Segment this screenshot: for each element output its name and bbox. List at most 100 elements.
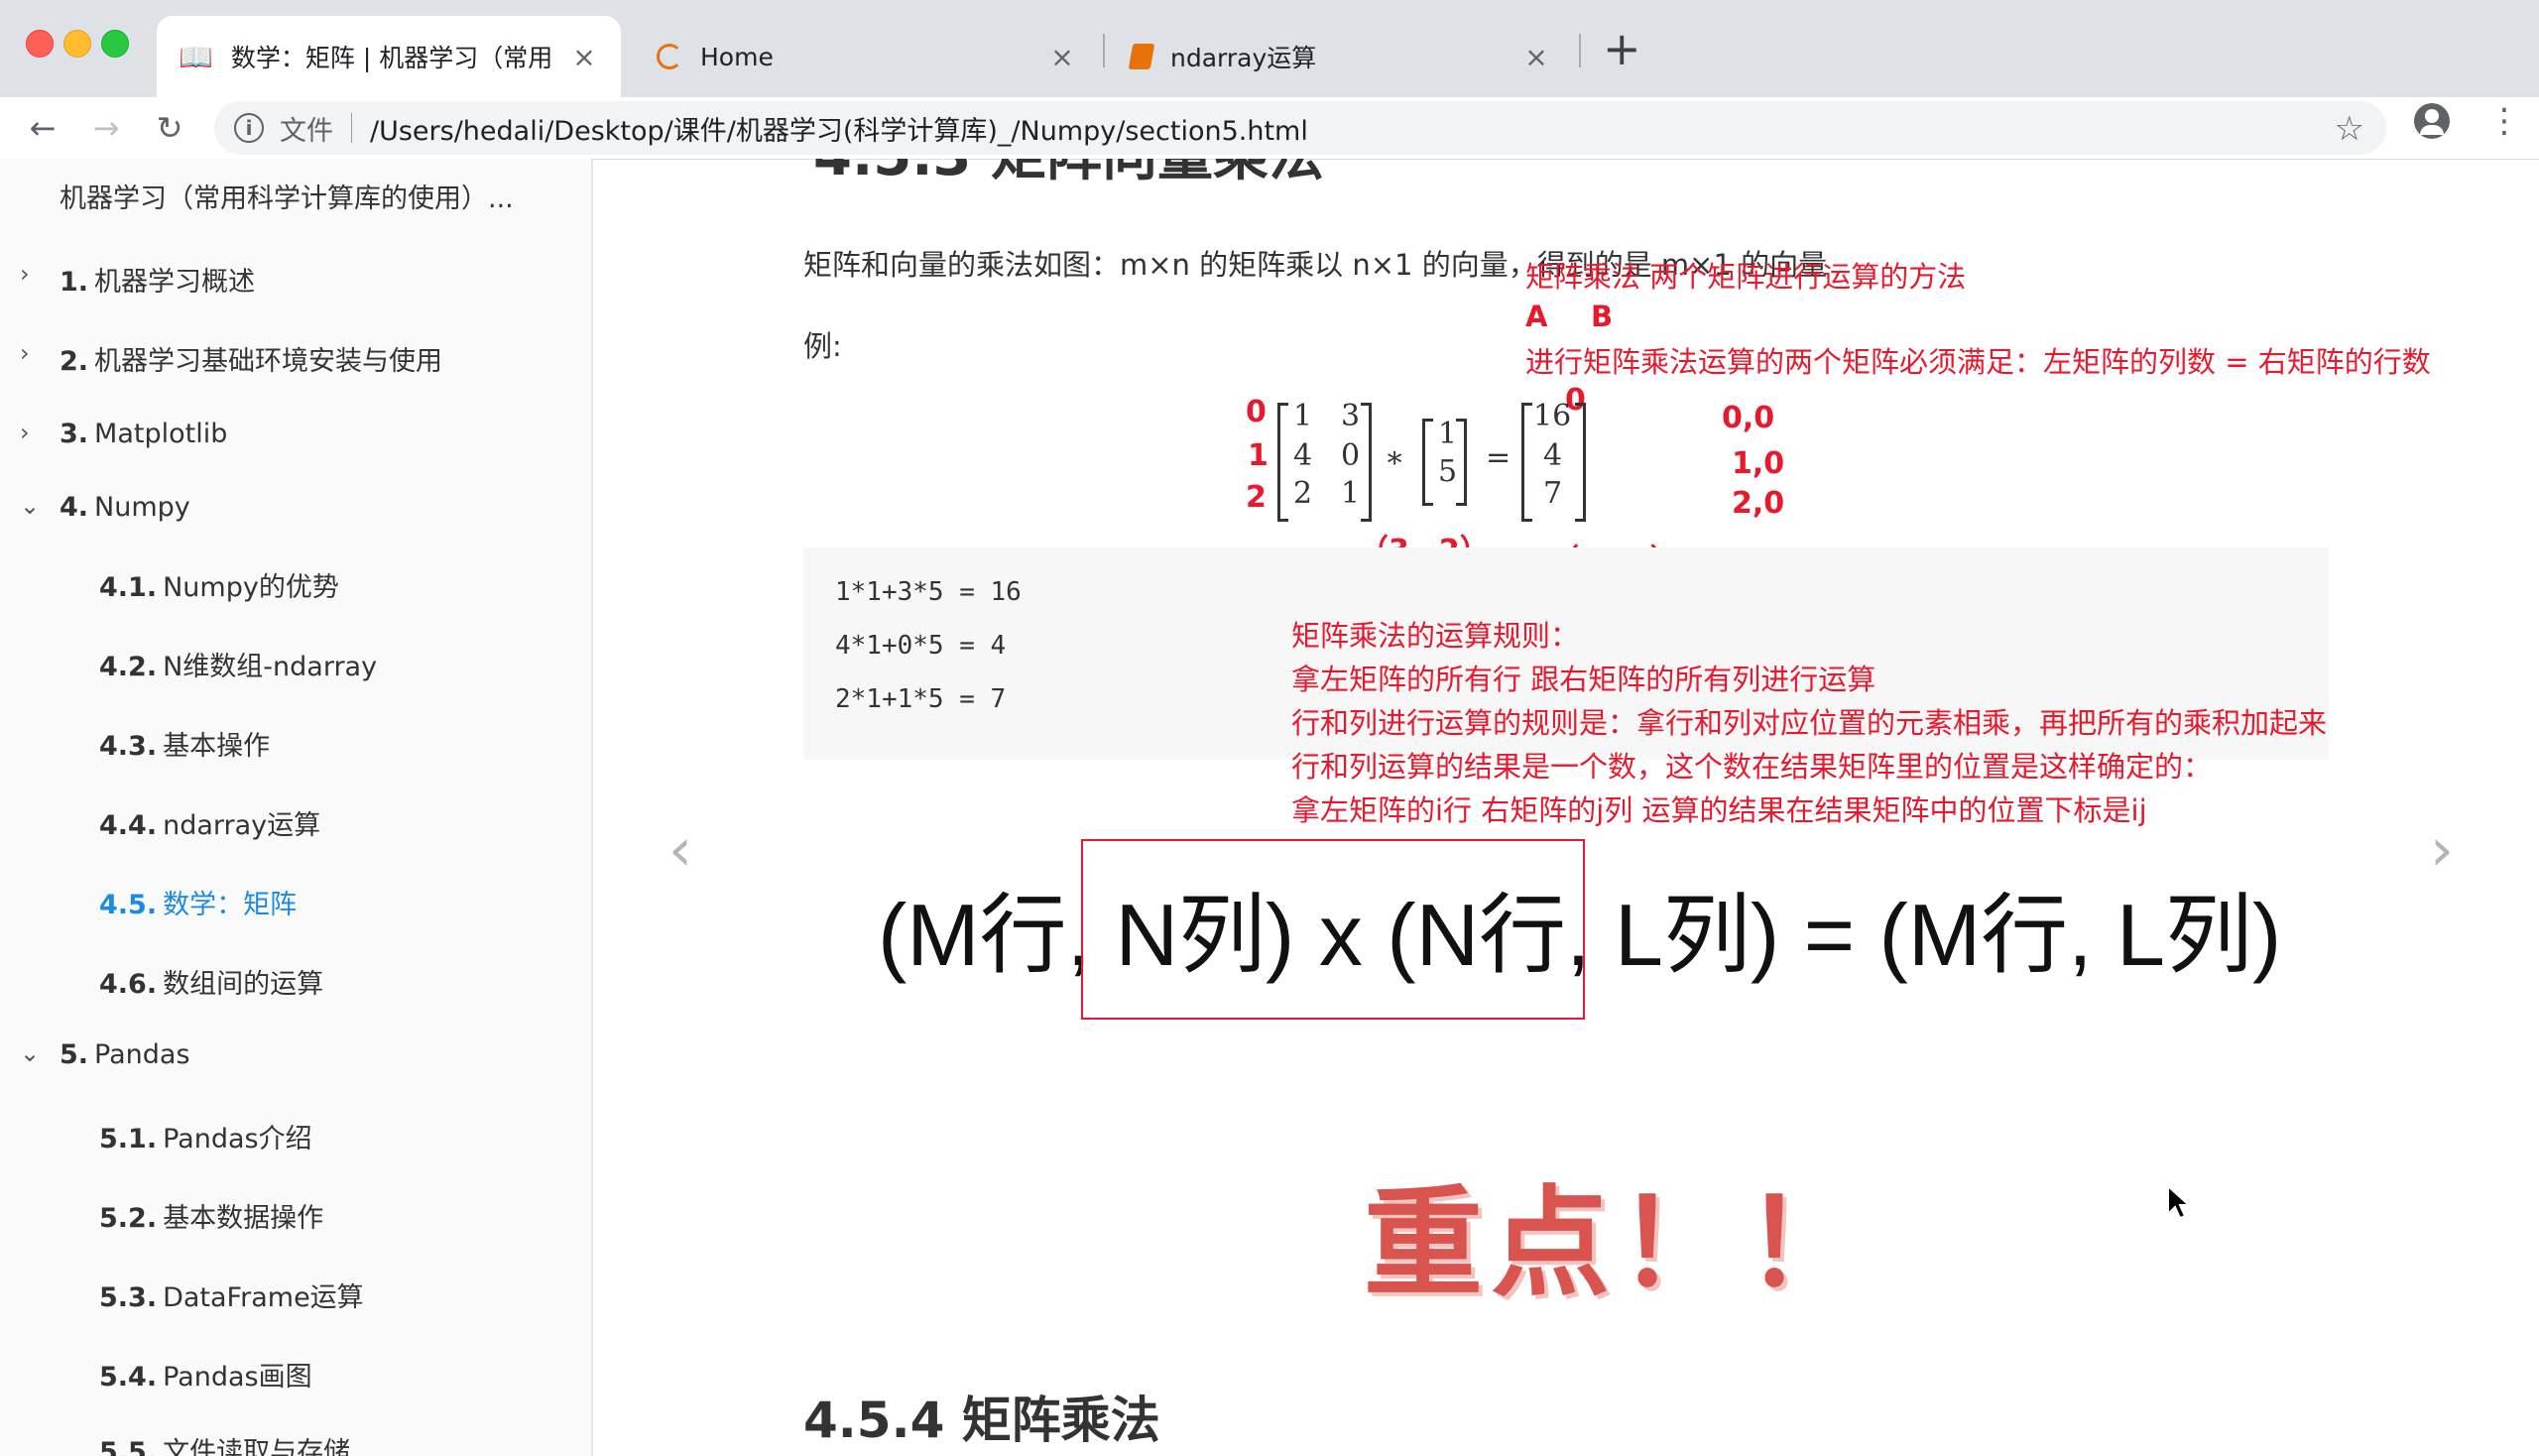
result-index: 1,0 <box>1732 446 1785 481</box>
item-number: 4.1. <box>99 572 158 603</box>
tab-title: ndarray运算 <box>1170 44 1317 72</box>
maximize-window-button[interactable] <box>101 30 129 58</box>
sidebar-item-4-2[interactable]: 4.2. N维数组-ndarray <box>99 645 377 683</box>
section-heading: 4.5.3 矩阵向量乘法 <box>813 159 1324 191</box>
profile-icon[interactable] <box>2414 103 2450 139</box>
sidebar-item-5-3[interactable]: 5.3. DataFrame运算 <box>99 1275 364 1314</box>
matrix-cell: 1 <box>1341 476 1361 511</box>
page-content: 4.5.3 矩阵向量乘法 矩阵和向量的乘法如图：m×n 的矩阵乘以 n×1 的向… <box>595 159 2539 1456</box>
annotation-condition: 进行矩阵乘法运算的两个矩阵必须满足：左矩阵的列数 = 右矩阵的行数 <box>1525 345 2431 379</box>
matrix-cell: 4 <box>1543 438 1563 473</box>
tab-divider <box>1579 34 1581 67</box>
close-tab-icon[interactable]: × <box>569 41 599 73</box>
item-number: 4.6. <box>99 969 158 1000</box>
matrix-bracket <box>1575 403 1586 522</box>
matrix-cell: 5 <box>1438 454 1458 489</box>
chevron-right-icon[interactable]: › <box>20 260 30 288</box>
sidebar-item-1[interactable]: 1. 机器学习概述 <box>60 260 255 299</box>
star-icon[interactable]: ☆ <box>2335 109 2364 149</box>
sidebar-item-5-2[interactable]: 5.2. 基本数据操作 <box>99 1196 323 1235</box>
browser-toolbar: ← → ↻ i 文件 /Users/hedali/Desktop/课件/机器学习… <box>0 97 2539 160</box>
close-tab-icon[interactable]: × <box>1521 41 1551 73</box>
chevron-down-icon[interactable]: ⌄ <box>20 1039 40 1067</box>
item-number: 5.3. <box>99 1282 158 1313</box>
example-label: 例: <box>803 329 842 363</box>
prev-page-icon[interactable]: ‹ <box>668 815 692 885</box>
next-page-icon[interactable]: › <box>2430 815 2454 885</box>
sidebar-item-4-1[interactable]: 4.1. Numpy的优势 <box>99 565 339 604</box>
rule-line: 行和列进行运算的规则是：拿行和列对应位置的元素相乘，再把所有的乘积加起来 <box>1291 706 2328 740</box>
item-label: Numpy的优势 <box>163 572 339 603</box>
item-number: 4.3. <box>99 731 158 762</box>
minimize-window-button[interactable] <box>63 30 91 58</box>
bookmark-tab-icon <box>1128 44 1155 69</box>
close-window-button[interactable] <box>26 30 54 58</box>
item-label: 基本数据操作 <box>163 1203 324 1234</box>
result-index: 0,0 <box>1722 401 1775 435</box>
chevron-right-icon[interactable]: › <box>20 419 30 446</box>
sidebar-item-3[interactable]: 3. Matplotlib <box>60 419 227 449</box>
address-url[interactable]: /Users/hedali/Desktop/课件/机器学习(科学计算库)_/Nu… <box>370 109 1308 148</box>
tab-title: 数学：矩阵 | 机器学习（常用科学 <box>230 44 551 72</box>
forward-icon[interactable]: → <box>83 105 129 151</box>
rule-line: 拿左矩阵的i行 右矩阵的j列 运算的结果在结果矩阵中的位置下标是ij <box>1291 793 2147 827</box>
item-label: Pandas <box>94 1039 190 1070</box>
tab-matrix[interactable]: 📖 数学：矩阵 | 机器学习（常用科学 × <box>157 16 621 97</box>
item-number: 4.4. <box>99 810 158 841</box>
back-icon[interactable]: ← <box>20 105 65 151</box>
item-number: 3. <box>60 419 89 449</box>
sidebar-item-4-5[interactable]: 4.5. 数学：矩阵 <box>99 883 297 921</box>
matrix-cell: 3 <box>1341 399 1361 433</box>
matrix-bracket <box>1361 403 1372 522</box>
close-tab-icon[interactable]: × <box>1047 41 1077 73</box>
kebab-icon[interactable]: ⋮ <box>2487 103 2521 139</box>
matrix-cell: 1 <box>1438 417 1458 451</box>
section-heading: 4.5.4 矩阵乘法 <box>803 1392 1160 1449</box>
sidebar-item-5-1[interactable]: 5.1. Pandas介绍 <box>99 1117 312 1155</box>
annotation-b: B <box>1591 300 1614 333</box>
sidebar-item-2[interactable]: 2. 机器学习基础环境安装与使用 <box>60 339 442 378</box>
item-label: 机器学习基础环境安装与使用 <box>94 346 443 377</box>
annotation-title: 矩阵乘法 两个矩阵进行运算的方法 <box>1525 260 1967 294</box>
item-label: 文件读取与存储 <box>163 1437 351 1456</box>
row-index: 1 <box>1248 438 1269 473</box>
address-scheme: 文件 <box>280 115 333 147</box>
tab-strip: 📖 数学：矩阵 | 机器学习（常用科学 × Home × ndarray运算 ×… <box>0 0 2539 97</box>
code-line: 2*1+1*5 = 7 <box>835 684 1007 714</box>
chevron-down-icon[interactable]: ⌄ <box>20 492 40 520</box>
book-title[interactable]: 机器学习（常用科学计算库的使用）... <box>60 177 514 215</box>
sidebar-item-4-3[interactable]: 4.3. 基本操作 <box>99 724 270 763</box>
item-number: 5.5. <box>99 1437 158 1456</box>
rule-line: 行和列运算的结果是一个数，这个数在结果矩阵里的位置是这样确定的： <box>1291 750 2213 784</box>
sidebar-item-4-4[interactable]: 4.4. ndarray运算 <box>99 803 320 842</box>
result-index: 2,0 <box>1732 486 1785 521</box>
item-label: 机器学习概述 <box>94 267 256 298</box>
new-tab-button[interactable]: + <box>1603 24 1641 73</box>
chevron-right-icon[interactable]: › <box>20 339 30 367</box>
equals-operator: = <box>1486 440 1511 475</box>
matrix-cell: 4 <box>1293 438 1313 473</box>
item-number: 5.2. <box>99 1203 158 1234</box>
item-label: N维数组-ndarray <box>163 652 378 682</box>
sidebar-item-5-5[interactable]: 5.5. 文件读取与存储 <box>99 1430 350 1456</box>
item-label: Numpy <box>94 492 190 523</box>
book-sidebar: 机器学习（常用科学计算库的使用）... › 1. 机器学习概述 › 2. 机器学习基… <box>0 159 593 1456</box>
item-number: 1. <box>60 267 89 298</box>
address-bar[interactable]: i 文件 /Users/hedali/Desktop/课件/机器学习(科学计算库… <box>214 101 2386 155</box>
code-line: 4*1+0*5 = 4 <box>835 631 1007 661</box>
rule-line: 拿左矩阵的所有行 跟右矩阵的所有列进行运算 <box>1291 663 1876 696</box>
reload-icon[interactable]: ↻ <box>147 105 192 151</box>
item-number: 4. <box>60 492 89 523</box>
tab-home[interactable]: Home × <box>635 16 1099 97</box>
info-icon[interactable]: i <box>234 113 264 143</box>
item-number: 5.1. <box>99 1124 158 1154</box>
item-number: 2. <box>60 346 89 377</box>
sidebar-item-4-6[interactable]: 4.6. 数组间的运算 <box>99 962 323 1001</box>
tab-ndarray[interactable]: ndarray运算 × <box>1109 16 1573 97</box>
sidebar-item-5-4[interactable]: 5.4. Pandas画图 <box>99 1355 312 1394</box>
sidebar-item-4[interactable]: 4. Numpy <box>60 492 190 523</box>
sidebar-item-5[interactable]: 5. Pandas <box>60 1039 190 1070</box>
item-label: Matplotlib <box>94 419 228 449</box>
matrix-bracket <box>1456 419 1467 506</box>
row-index: 0 <box>1246 395 1267 429</box>
